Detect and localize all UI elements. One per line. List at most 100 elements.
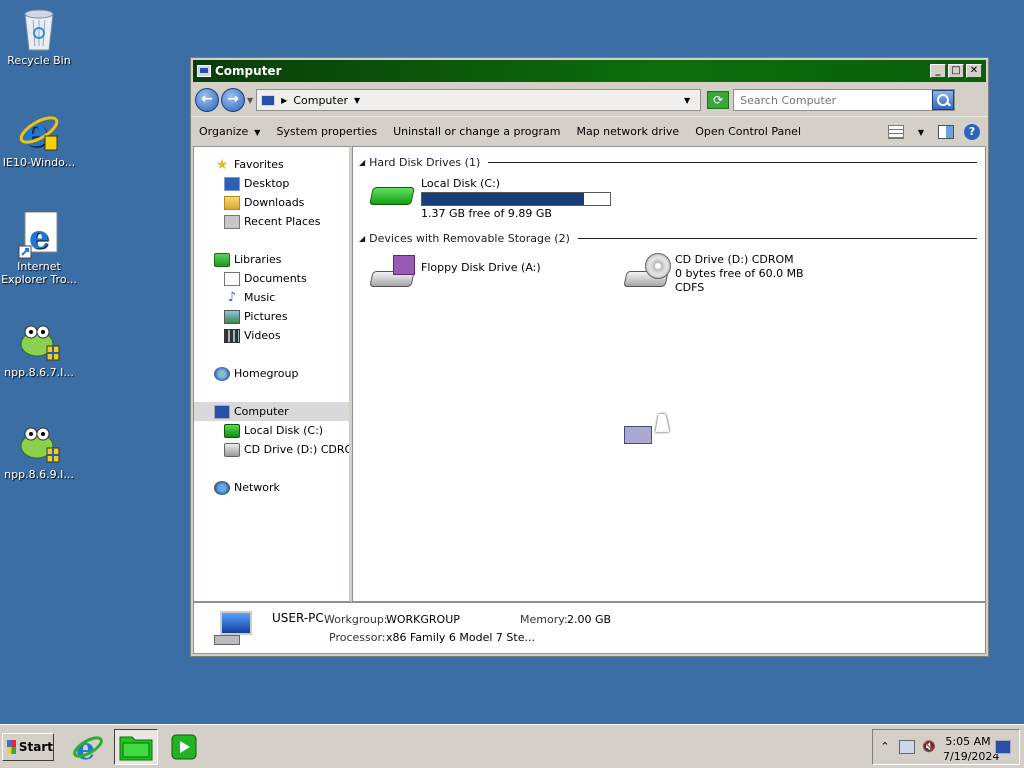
drive-name: CD Drive (D:) CDROM bbox=[675, 253, 794, 266]
drive-cd-d[interactable]: CD Drive (D:) CDROM 0 bytes free of 60.0… bbox=[623, 253, 804, 295]
desktop-icon bbox=[224, 176, 240, 191]
nav-label: Recent Places bbox=[244, 215, 321, 228]
taskbar-windows-explorer[interactable] bbox=[114, 729, 158, 765]
internet-explorer-icon: e bbox=[73, 732, 103, 763]
clock-time: 5:05 AM bbox=[945, 735, 991, 748]
videos-icon bbox=[224, 328, 240, 343]
preview-pane-icon[interactable] bbox=[938, 124, 954, 139]
history-dropdown-icon[interactable]: ▼ bbox=[247, 96, 253, 105]
drive-file-system: CDFS bbox=[675, 281, 705, 294]
change-view-icon[interactable] bbox=[887, 124, 904, 139]
pc-name: USER-PC bbox=[272, 611, 324, 625]
taskbar-media-player[interactable] bbox=[162, 729, 206, 765]
star-icon: ★ bbox=[215, 156, 229, 173]
nav-item-libraries[interactable]: Libraries bbox=[194, 250, 349, 269]
search-field[interactable] bbox=[733, 89, 956, 111]
uninstall-program-button[interactable]: Uninstall or change a program bbox=[393, 125, 560, 138]
collapse-triangle-icon[interactable]: ◢ bbox=[359, 234, 365, 243]
nav-label: Desktop bbox=[244, 177, 290, 190]
cd-drive-icon bbox=[224, 442, 240, 457]
notepad-plus-plus-icon bbox=[17, 318, 61, 362]
show-desktop-icon[interactable] bbox=[995, 740, 1011, 754]
nav-item-local-disk[interactable]: Local Disk (C:) bbox=[194, 421, 349, 440]
nav-label: Libraries bbox=[234, 253, 282, 266]
desktop-icon-recycle-bin[interactable]: Recycle Bin bbox=[1, 6, 77, 67]
system-properties-button[interactable]: System properties bbox=[276, 125, 377, 138]
chevron-right-icon[interactable]: ▶ bbox=[281, 96, 287, 105]
memory-value: 2.00 GB bbox=[567, 613, 612, 626]
open-control-panel-button[interactable]: Open Control Panel bbox=[695, 125, 801, 138]
breadcrumb-computer[interactable]: Computer bbox=[293, 94, 348, 107]
map-network-drive-button[interactable]: Map network drive bbox=[576, 125, 679, 138]
documents-icon bbox=[224, 271, 240, 286]
nav-label: Documents bbox=[244, 272, 307, 285]
address-field[interactable]: ▶ Computer ▼ ▼ bbox=[256, 89, 702, 111]
group-title: Hard Disk Drives (1) bbox=[369, 155, 481, 169]
homegroup-icon bbox=[214, 366, 230, 381]
desktop-icon-label: IE10-Windo... bbox=[2, 156, 76, 169]
desktop-icon-npp-867[interactable]: npp.8.6.7.I... bbox=[1, 318, 77, 379]
chevron-down-icon[interactable]: ▼ bbox=[354, 96, 360, 105]
network-status-icon[interactable] bbox=[899, 740, 915, 754]
chevron-down-icon: ▼ bbox=[254, 128, 261, 137]
nav-item-documents[interactable]: Documents bbox=[194, 269, 349, 288]
floppy-disk-drive-icon bbox=[369, 253, 415, 287]
group-divider bbox=[488, 161, 977, 163]
taskbar: Start e ⌃ 🔇 5:05 AM 7/19/2024 bbox=[0, 724, 1024, 768]
clock[interactable]: 5:05 AM 7/19/2024 bbox=[943, 734, 1000, 764]
clock-date: 7/19/2024 bbox=[943, 750, 1000, 763]
nav-label: Local Disk (C:) bbox=[244, 424, 324, 437]
maximize-button[interactable]: □ bbox=[948, 64, 964, 78]
search-input[interactable] bbox=[740, 93, 931, 107]
close-button[interactable]: ✕ bbox=[966, 64, 982, 78]
minimize-button[interactable]: _ bbox=[930, 64, 946, 78]
windows-flag-icon bbox=[7, 740, 16, 754]
nav-label: Pictures bbox=[244, 310, 288, 323]
desktop-icon-ie10[interactable]: e IE10-Windo... bbox=[1, 108, 77, 169]
desktop-icon-label: Internet Explorer Tro... bbox=[1, 260, 77, 286]
music-icon: ♪ bbox=[227, 289, 237, 305]
desktop-icon-ie-troubleshooter[interactable]: e Internet Explorer Tro... bbox=[1, 211, 77, 286]
back-button[interactable]: ← bbox=[195, 88, 219, 112]
drive-local-disk-c[interactable]: Local Disk (C:) 1.37 GB free of 9.89 GB bbox=[369, 177, 611, 221]
group-header-removable-storage[interactable]: ◢ Devices with Removable Storage (2) bbox=[359, 231, 977, 245]
refresh-button[interactable]: ⟳ bbox=[707, 91, 730, 109]
nav-item-network[interactable]: Network bbox=[194, 478, 349, 497]
nav-item-desktop[interactable]: Desktop bbox=[194, 174, 349, 193]
search-icon[interactable] bbox=[932, 90, 955, 110]
computer-icon bbox=[261, 94, 276, 106]
organize-button[interactable]: Organize ▼ bbox=[199, 125, 260, 138]
address-dropdown-icon[interactable]: ▼ bbox=[684, 96, 690, 105]
forward-button[interactable]: → bbox=[221, 88, 245, 112]
view-options-dropdown[interactable]: ▼ bbox=[912, 125, 924, 138]
system-tray: ⌃ 🔇 5:05 AM 7/19/2024 bbox=[872, 729, 1020, 765]
nav-item-homegroup[interactable]: Homegroup bbox=[194, 364, 349, 383]
group-header-hard-disk-drives[interactable]: ◢ Hard Disk Drives (1) bbox=[359, 155, 977, 169]
show-hidden-icons-icon[interactable]: ⌃ bbox=[877, 740, 893, 754]
taskbar-internet-explorer[interactable]: e bbox=[66, 729, 110, 765]
hard-disk-icon bbox=[224, 423, 240, 438]
nav-item-computer[interactable]: Computer bbox=[194, 402, 349, 421]
nav-label: Downloads bbox=[244, 196, 305, 209]
nav-item-music[interactable]: ♪ Music bbox=[194, 288, 349, 307]
nav-item-cd-drive[interactable]: CD Drive (D:) CDROM bbox=[194, 440, 349, 459]
computer-icon bbox=[214, 404, 230, 419]
drive-floppy-a[interactable]: Floppy Disk Drive (A:) bbox=[369, 253, 541, 287]
nav-label: Network bbox=[234, 481, 280, 494]
organize-label: Organize bbox=[199, 125, 249, 138]
nav-item-favorites[interactable]: ★ Favorites bbox=[194, 155, 349, 174]
volume-muted-icon[interactable]: 🔇 bbox=[921, 740, 937, 754]
network-icon bbox=[214, 480, 230, 495]
help-icon[interactable]: ? bbox=[964, 123, 980, 140]
desktop-icon-npp-869[interactable]: npp.8.6.9.I... bbox=[1, 420, 77, 481]
folder-icon bbox=[119, 736, 153, 761]
collapse-triangle-icon[interactable]: ◢ bbox=[359, 158, 365, 167]
start-button[interactable]: Start bbox=[2, 733, 54, 761]
nav-item-videos[interactable]: Videos bbox=[194, 326, 349, 345]
nav-item-pictures[interactable]: Pictures bbox=[194, 307, 349, 326]
window-title: Computer bbox=[215, 64, 282, 78]
nav-item-recent-places[interactable]: Recent Places bbox=[194, 212, 349, 231]
title-bar[interactable]: Computer _ □ ✕ bbox=[193, 60, 986, 82]
content-pane[interactable]: ◢ Hard Disk Drives (1) Local Disk (C:) 1… bbox=[352, 146, 986, 602]
nav-item-downloads[interactable]: Downloads bbox=[194, 193, 349, 212]
